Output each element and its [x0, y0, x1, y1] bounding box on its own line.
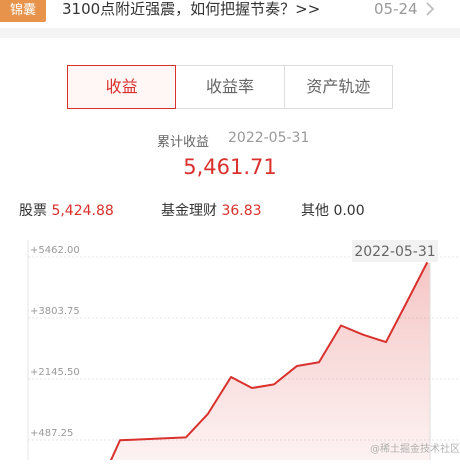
breakdown-label: 其他 — [301, 203, 329, 219]
news-headline[interactable]: 3100点附近强震，如何把握节奏？>> — [62, 0, 320, 22]
y-tick-label: +2145.50 — [30, 367, 80, 378]
y-tick-label: +487.25 — [30, 428, 73, 439]
cumulative-earnings-label: 累计收益 — [157, 131, 209, 150]
breakdown-value: 5,424.88 — [51, 203, 113, 219]
breakdown-stocks: 股票 5,424.88 — [19, 200, 114, 220]
watermark: @稀土掘金技术社区 — [370, 440, 460, 455]
cumulative-earnings-value: 5,461.71 — [0, 155, 460, 179]
y-tick-label: +5462.00 — [30, 245, 80, 256]
news-bar[interactable]: 锦囊 3100点附近强震，如何把握节奏？>> 05-24 — [0, 0, 460, 28]
breakdown-value: 0.00 — [333, 203, 364, 219]
series-area-fill — [102, 257, 430, 460]
earnings-chart[interactable]: +5462.00 +3803.75 +2145.50 +487.25 2022-05-… — [0, 232, 460, 460]
breakdown-label: 基金理财 — [161, 203, 217, 219]
y-tick-label: +3803.75 — [30, 306, 80, 317]
tab-earnings[interactable]: 收益 — [67, 65, 176, 109]
breakdown-funds: 基金理财 36.83 — [161, 200, 262, 220]
earnings-chart-svg[interactable]: +5462.00 +3803.75 +2145.50 +487.25 2022-05-… — [0, 232, 460, 460]
news-date: 05-24 — [374, 0, 418, 22]
tab-return-rate[interactable]: 收益率 — [176, 66, 284, 108]
section-divider — [0, 28, 460, 38]
cumulative-earnings-date: 2022-05-31 — [228, 130, 309, 146]
news-badge: 锦囊 — [0, 0, 46, 22]
tooltip-date: 2022-05-31 — [354, 244, 435, 260]
chevron-right-icon[interactable] — [424, 1, 436, 17]
tab-asset-track[interactable]: 资产轨迹 — [285, 66, 392, 108]
tab-bar: 收益 收益率 资产轨迹 — [67, 65, 393, 109]
breakdown-value: 36.83 — [221, 203, 261, 219]
breakdown-label: 股票 — [19, 203, 47, 219]
breakdown-other: 其他 0.00 — [301, 200, 365, 220]
